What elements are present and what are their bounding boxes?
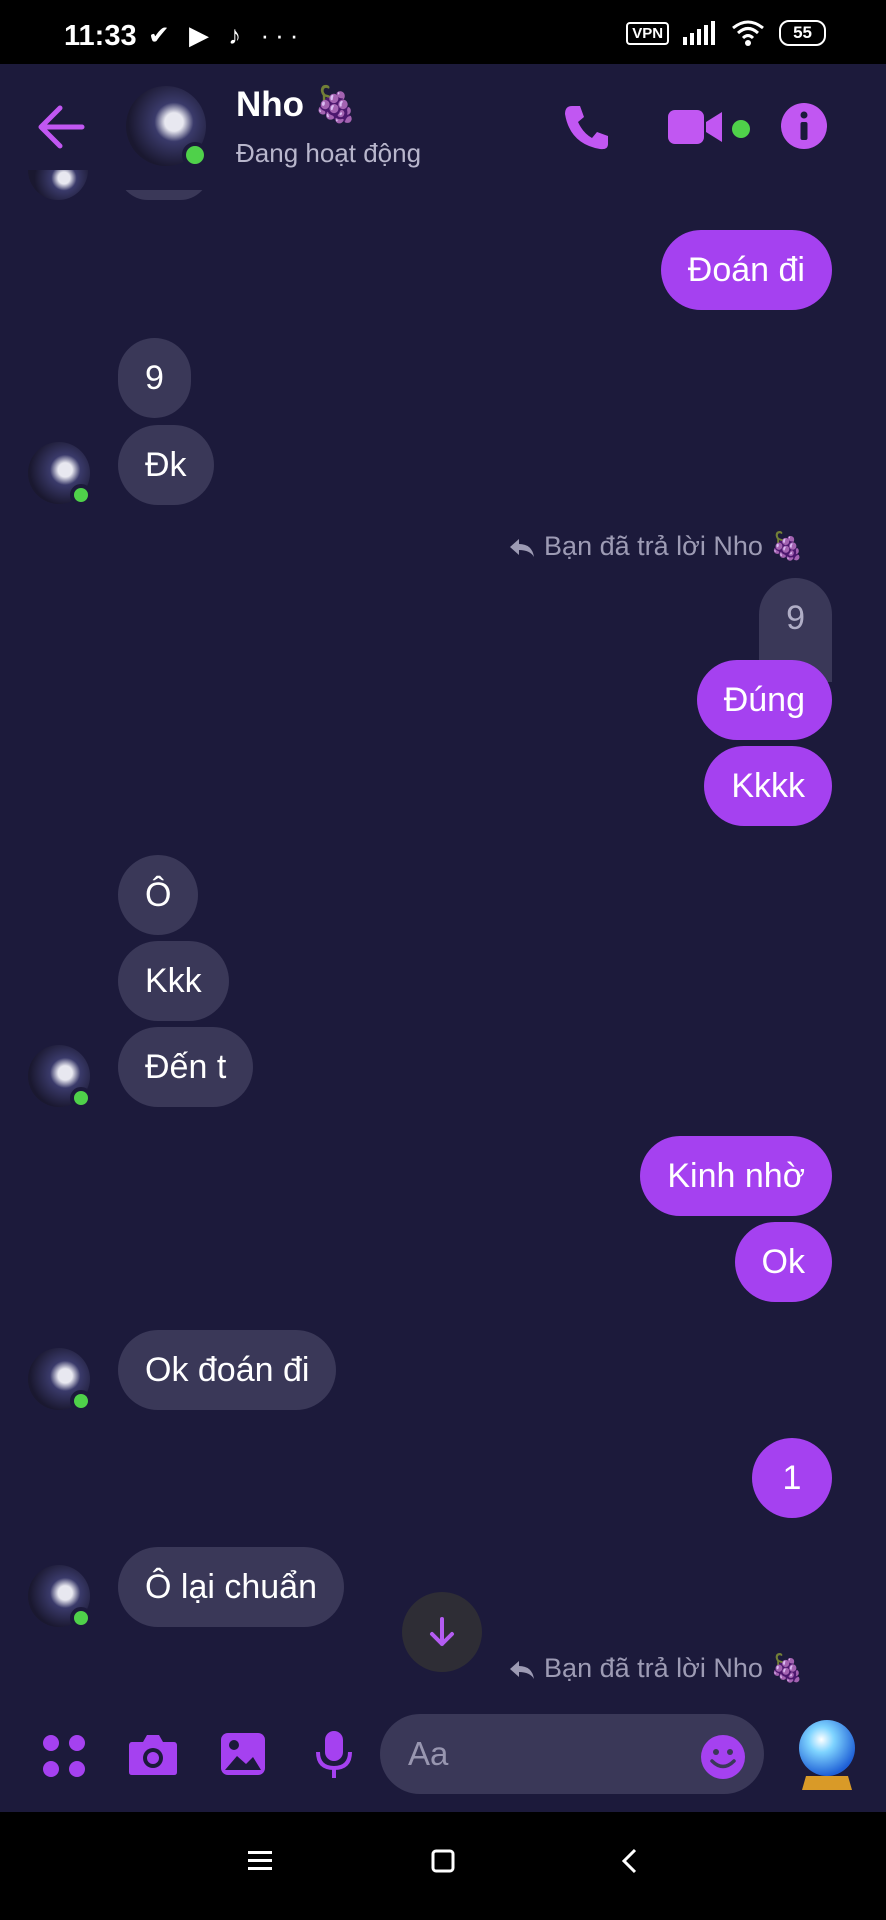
reply-note-text: Bạn đã trả lời Nho 🍇	[544, 531, 804, 561]
message-bubble-sent[interactable]: Đoán đi	[660, 230, 832, 310]
home-icon[interactable]	[430, 1848, 456, 1874]
composer-bar: Aa	[0, 1700, 886, 1812]
reply-arrow-icon	[510, 538, 535, 557]
battery-indicator: 55	[779, 20, 826, 46]
scroll-to-bottom-button[interactable]	[402, 1592, 482, 1672]
camera-icon[interactable]	[128, 1732, 178, 1776]
message-bubble-received[interactable]: Ok đoán đi	[118, 1330, 337, 1410]
online-indicator	[70, 1390, 92, 1412]
contact-avatar[interactable]	[126, 86, 208, 168]
online-indicator	[70, 1607, 92, 1629]
phone-call-icon[interactable]	[562, 102, 612, 152]
message-bubble-received[interactable]: Đến t	[118, 1027, 254, 1107]
message-bubble-received[interactable]: Đk	[118, 425, 214, 505]
emoji-icon[interactable]	[700, 1734, 746, 1780]
video-active-dot	[732, 120, 750, 138]
signal-icon	[683, 21, 716, 45]
message-bubble-sent[interactable]: Kinh nhờ	[640, 1136, 832, 1216]
wifi-icon	[732, 20, 765, 46]
message-bubble-sent[interactable]: Ok	[734, 1222, 832, 1302]
reply-note: Bạn đã trả lời Nho 🍇	[508, 530, 804, 562]
status-time: 11:33	[64, 20, 137, 52]
contact-avatar-small[interactable]	[28, 1565, 92, 1629]
apps-grid-icon[interactable]	[42, 1734, 86, 1778]
contact-avatar-small[interactable]	[28, 1045, 92, 1109]
reply-note-text: Bạn đã trả lời Nho 🍇	[544, 1653, 804, 1683]
online-indicator	[70, 484, 92, 506]
menu-icon[interactable]	[246, 1848, 274, 1874]
message-bubble-received[interactable]: 9	[118, 338, 191, 418]
status-bar: 11:33 ✔ ▶ ♪ ··· VPN 55	[0, 0, 886, 64]
vpn-badge: VPN	[626, 21, 670, 45]
chat-header: Nho 🍇 Đang hoạt động	[0, 64, 886, 190]
message-bubble-received[interactable]: Ô lại chuẩn	[118, 1547, 344, 1627]
contact-avatar-small[interactable]	[28, 1348, 92, 1412]
contact-name[interactable]: Nho 🍇	[236, 84, 357, 125]
system-nav-bar	[0, 1812, 886, 1920]
video-call-icon[interactable]	[668, 106, 724, 148]
message-bubble-sent[interactable]: Kkkk	[704, 746, 832, 826]
notification-icons: ✔ ▶ ♪ ···	[148, 20, 305, 50]
reply-note: Bạn đã trả lời Nho 🍇	[508, 1652, 804, 1684]
gallery-icon[interactable]	[220, 1732, 266, 1776]
arrow-down-icon	[430, 1617, 454, 1646]
message-bubble-received[interactable]: Ô	[118, 855, 199, 935]
message-bubble-sent[interactable]: Đúng	[696, 660, 832, 740]
online-indicator	[182, 142, 208, 168]
contact-status: Đang hoạt động	[236, 138, 422, 168]
back-icon[interactable]	[620, 1848, 640, 1874]
message-bubble-received[interactable]: Kkk	[118, 941, 229, 1021]
message-bubble-sent[interactable]: 1	[752, 1438, 832, 1518]
crystal-ball-icon[interactable]	[796, 1718, 858, 1794]
info-icon[interactable]	[780, 102, 828, 150]
microphone-icon[interactable]	[314, 1730, 354, 1780]
back-arrow-icon[interactable]	[36, 104, 86, 150]
online-indicator	[70, 1087, 92, 1109]
contact-avatar-small[interactable]	[28, 442, 92, 506]
reply-arrow-icon	[510, 1660, 535, 1679]
